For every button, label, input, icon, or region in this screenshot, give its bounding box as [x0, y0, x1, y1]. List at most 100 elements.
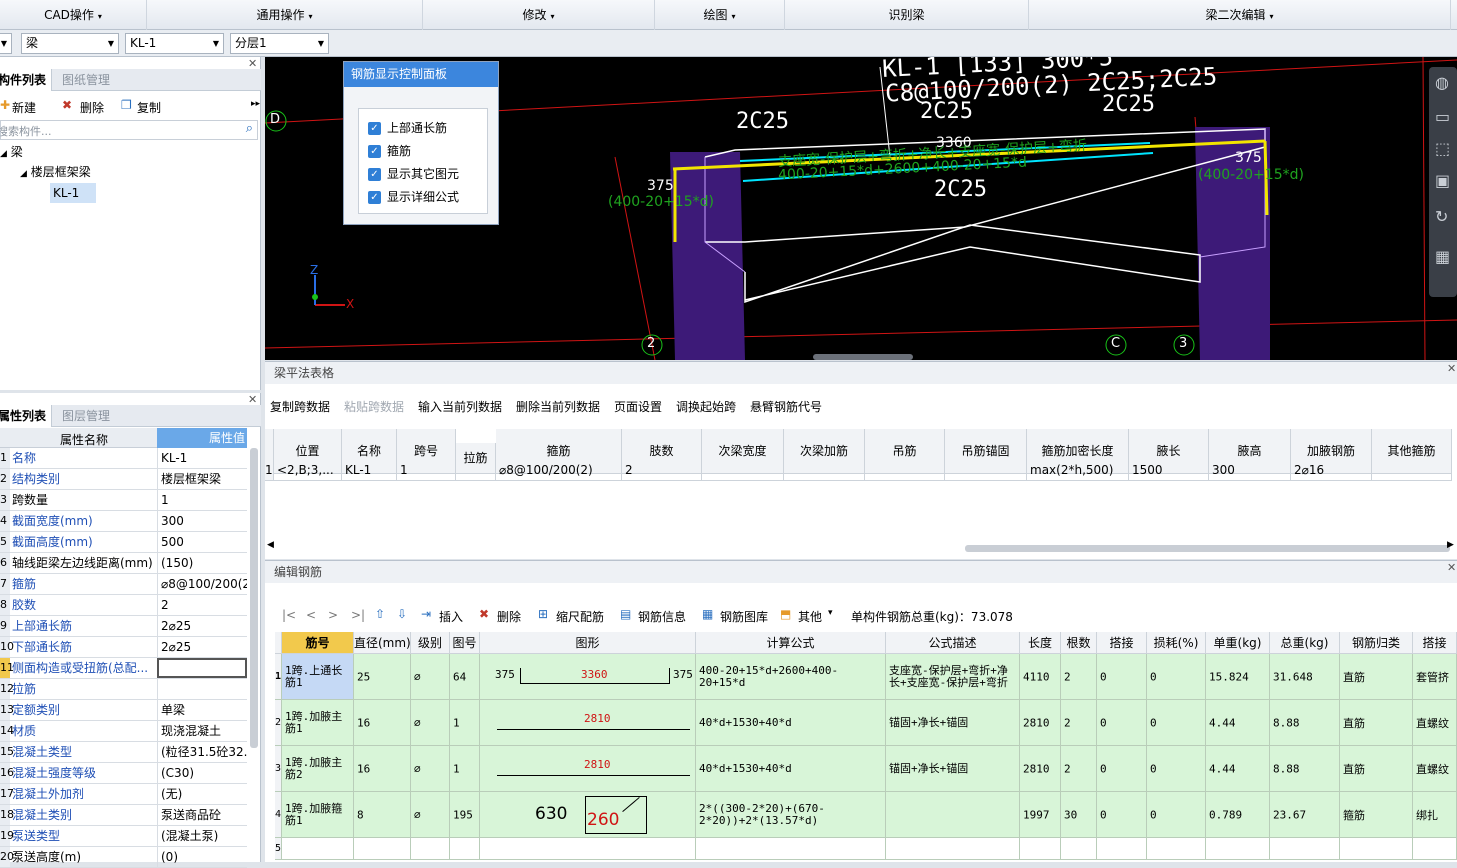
beam-cell-hang-anchor[interactable] [945, 460, 1027, 481]
rebar-cell-cat[interactable]: 直筋 [1340, 746, 1413, 792]
rebar-cell-count[interactable]: 2 [1061, 746, 1097, 792]
copy-button[interactable]: 复制 [137, 99, 161, 116]
property-row[interactable]: 14 材质 现浇混凝土 [0, 721, 247, 742]
beam-toolbar-button[interactable]: 删除当前列数据 [516, 398, 600, 415]
viewport-scroll-handle[interactable] [813, 354, 913, 360]
rebar-cell-grade[interactable]: ⌀ [411, 746, 450, 792]
collapse-icon[interactable]: ◢ [0, 149, 7, 159]
rebar-cell-count[interactable]: 30 [1061, 792, 1097, 838]
property-row[interactable]: 16 混凝土强度等级 (C30) [0, 763, 247, 784]
new-button[interactable]: 新建 [12, 99, 36, 116]
property-row[interactable]: 9 上部通长筋 2⌀25 [0, 616, 247, 637]
beam-cell-hang[interactable] [865, 460, 945, 481]
property-value[interactable]: 500 [157, 532, 247, 552]
empty-cell[interactable] [411, 838, 450, 860]
menu-modify[interactable]: 修改 ▾ [423, 0, 655, 30]
beam-cell-span[interactable]: 1 [397, 460, 456, 481]
rebar-cell-unit-w[interactable]: 15.824 [1206, 654, 1270, 700]
rebar-cell-fig[interactable]: 1 [450, 746, 480, 792]
property-value[interactable]: (C30) [157, 763, 247, 783]
rebar-cell-dia[interactable]: 16 [354, 700, 411, 746]
checkbox-checked-icon[interactable]: ✓ [368, 145, 381, 158]
empty-cell[interactable] [1061, 838, 1097, 860]
empty-cell[interactable] [886, 838, 1020, 860]
member-select[interactable]: KL-1 ▼ [125, 33, 224, 54]
property-row[interactable]: 15 混凝土类型 (粒径31.5砼32.5 [0, 742, 247, 763]
menu-identify-beam[interactable]: 识别梁 [785, 0, 1029, 30]
beam-toolbar-button[interactable]: 调换起始跨 [676, 398, 736, 415]
rebar-cell-dia[interactable]: 25 [354, 654, 411, 700]
scroll-right-icon[interactable]: ▶ [1447, 540, 1454, 550]
rebar-cell-name[interactable]: 1跨.加腋主筋1 [282, 700, 354, 746]
rebar-cell-lap[interactable]: 0 [1097, 654, 1147, 700]
rebar-cell-formula[interactable]: 2*((300-2*20)+(670-2*20))+2*(13.57*d) [696, 792, 886, 838]
menu-beam-edit[interactable]: 梁二次编辑 ▾ [1029, 0, 1451, 30]
rebar-cell-cat[interactable]: 直筋 [1340, 700, 1413, 746]
empty-cell[interactable] [480, 838, 696, 860]
option-top-rebar[interactable]: ✓ 上部通长筋 [368, 119, 447, 136]
property-value[interactable]: (150) [157, 553, 247, 573]
beam-cell-dense[interactable]: max(2*h,500) [1027, 460, 1129, 481]
rotate-icon[interactable]: ↻ [1435, 207, 1448, 226]
beam-cell-haunch-bar[interactable]: 2⌀16 [1291, 460, 1372, 481]
menu-cad[interactable]: CAD操作 ▾ [0, 0, 147, 30]
rebar-cell-count[interactable]: 2 [1061, 654, 1097, 700]
search-icon[interactable]: ⌕ [246, 121, 253, 136]
property-value[interactable]: 2⌀25 [157, 637, 247, 657]
checkbox-checked-icon[interactable]: ✓ [368, 191, 381, 204]
rebar-cell-name[interactable]: 1跨.加腋主筋2 [282, 746, 354, 792]
empty-cell[interactable] [354, 838, 411, 860]
rebar-cell-desc[interactable]: 锚固+净长+锚固 [886, 700, 1020, 746]
rebar-cell-unit-w[interactable]: 4.44 [1206, 700, 1270, 746]
rebar-toolbar-button[interactable]: 其他 [798, 608, 822, 625]
nav-button[interactable]: >| [351, 608, 365, 622]
beam-cell-stirrup[interactable]: ⌀8@100/200(2) [496, 460, 622, 481]
rebar-cell-len[interactable]: 2810 [1020, 746, 1061, 792]
move-down-icon[interactable]: ⇩ [397, 607, 407, 621]
rebar-cell-lap[interactable]: 0 [1097, 746, 1147, 792]
property-value[interactable]: (无) [157, 784, 247, 804]
nav-button[interactable]: > [328, 608, 338, 622]
close-icon[interactable]: ✕ [248, 393, 257, 406]
empty-cell[interactable] [1340, 838, 1413, 860]
property-value[interactable]: 楼层框架梁 [157, 469, 247, 489]
beam-cell-pos[interactable]: <2,B;3,... [274, 460, 342, 481]
property-value[interactable]: (混凝土泵) [157, 826, 247, 846]
beam-cell-sec-w[interactable] [702, 460, 784, 481]
beam-cell-haunch-h[interactable]: 300 [1209, 460, 1291, 481]
empty-cell[interactable] [1097, 838, 1147, 860]
type-select[interactable]: 梁 ▼ [21, 33, 119, 54]
rebar-cell-unit-w[interactable]: 0.789 [1206, 792, 1270, 838]
property-row[interactable]: 1 名称 KL-1 [0, 448, 247, 469]
rebar-cell-grade[interactable]: ⌀ [411, 792, 450, 838]
rebar-cell-total-w[interactable]: 8.88 [1270, 700, 1340, 746]
control-panel-title[interactable]: 钢筋显示控制面板 [344, 62, 498, 87]
checkbox-checked-icon[interactable]: ✓ [368, 122, 381, 135]
rebar-cell-loss[interactable]: 0 [1147, 792, 1206, 838]
property-value[interactable]: 单梁 [157, 700, 247, 720]
rebar-toolbar-button[interactable]: 钢筋信息 [638, 608, 686, 625]
property-value[interactable]: 2 [157, 595, 247, 615]
empty-cell[interactable] [1147, 838, 1206, 860]
property-value[interactable]: 2⌀25 [157, 616, 247, 636]
rebar-cell-lap[interactable]: 0 [1097, 792, 1147, 838]
rebar-cell-lap-type[interactable]: 绑扎 [1413, 792, 1457, 838]
beam-cell-haunch-len[interactable]: 1500 [1129, 460, 1209, 481]
property-row[interactable]: 7 箍筋 ⌀8@100/200(2) [0, 574, 247, 595]
grid-icon[interactable]: ▦ [1435, 247, 1450, 266]
rebar-cell-cat[interactable]: 箍筋 [1340, 792, 1413, 838]
property-value[interactable]: KL-1 [157, 448, 247, 468]
rebar-toolbar-button[interactable]: 插入 [439, 608, 463, 625]
menu-general[interactable]: 通用操作 ▾ [147, 0, 423, 30]
rebar-cell-len[interactable]: 2810 [1020, 700, 1061, 746]
property-row[interactable]: 17 混凝土外加剂 (无) [0, 784, 247, 805]
rebar-cell-cat[interactable]: 直筋 [1340, 654, 1413, 700]
beam-toolbar-button[interactable]: 输入当前列数据 [418, 398, 502, 415]
nav-button[interactable]: |< [282, 608, 296, 622]
close-icon[interactable]: ✕ [1447, 561, 1456, 574]
rebar-shape-cell[interactable]: 2810 [480, 746, 696, 792]
close-icon[interactable]: ✕ [248, 57, 257, 70]
rebar-cell-formula[interactable]: 40*d+1530+40*d [696, 746, 886, 792]
rebar-cell-fig[interactable]: 64 [450, 654, 480, 700]
property-row[interactable]: 18 混凝土类别 泵送商品砼 [0, 805, 247, 826]
